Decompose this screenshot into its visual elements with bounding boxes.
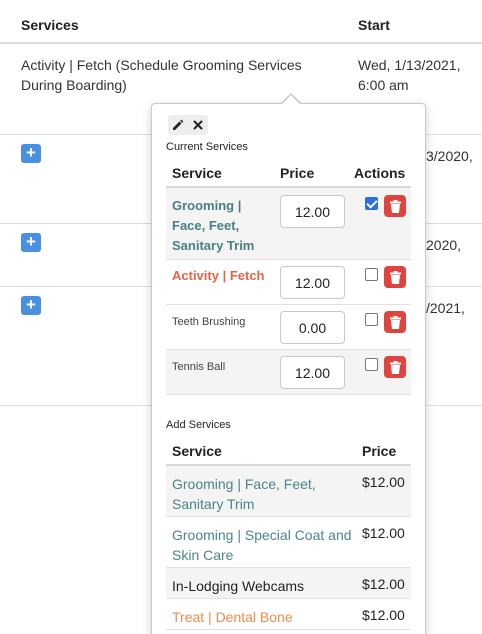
header-service: Service [172, 165, 222, 181]
delete-button[interactable] [384, 266, 406, 288]
row-start-text: 3/2020, [426, 148, 473, 164]
add-service-button[interactable]: + [21, 296, 41, 315]
row-service-text: Activity | Fetch (Schedule Grooming Serv… [21, 57, 302, 93]
add-services-table: Service Price Grooming | Face, Feet, San… [166, 435, 411, 630]
row-start-text: Wed, 1/13/2021, 6:00 am [358, 57, 461, 93]
price-input[interactable] [280, 266, 345, 299]
add-service-price: $12.00 [362, 525, 405, 541]
add-services-label: Add Services [166, 419, 231, 431]
services-table: Services Start Activity | Fetch (Schedul… [0, 0, 482, 406]
add-service-price: $12.00 [362, 607, 405, 623]
delete-button[interactable] [384, 195, 406, 217]
current-services-label: Current Services [166, 141, 248, 153]
header-service: Service [172, 443, 222, 459]
add-service-row[interactable]: In-Lodging Webcams $12.00 [166, 568, 411, 599]
add-service-price: $12.00 [362, 474, 405, 490]
popover-toolbar [168, 115, 208, 135]
add-service-price: $12.00 [362, 576, 405, 592]
close-button[interactable] [188, 115, 208, 135]
edit-button[interactable] [168, 115, 188, 135]
trash-icon [389, 199, 401, 213]
add-services-header: Service Price [166, 435, 411, 466]
current-services-table: Service Price Actions Grooming | Face, F… [166, 157, 411, 395]
service-name: Teeth Brushing [172, 316, 246, 328]
current-service-row: Grooming | Face, Feet, Sanitary Trim [166, 188, 411, 260]
header-actions: Actions [354, 165, 406, 181]
add-service-name[interactable]: Grooming | Face, Feet, Sanitary Trim [172, 474, 357, 514]
service-checkbox[interactable] [365, 358, 378, 371]
current-service-row: Teeth Brushing [166, 305, 411, 350]
header-services: Services [21, 17, 79, 33]
service-name: Activity | Fetch [172, 268, 265, 283]
price-input[interactable] [280, 356, 345, 389]
service-name: Grooming | Face, Feet, Sanitary Trim [172, 198, 255, 253]
add-service-row[interactable]: Treat | Dental Bone $12.00 [166, 599, 411, 630]
current-service-row: Tennis Ball [166, 350, 411, 395]
services-popover: Current Services Service Price Actions G… [151, 103, 426, 634]
trash-icon [389, 315, 401, 329]
header-price: Price [362, 443, 397, 459]
add-service-row[interactable]: Grooming | Face, Feet, Sanitary Trim $12… [166, 466, 411, 517]
add-service-name[interactable]: Grooming | Special Coat and Skin Care [172, 525, 357, 565]
service-checkbox[interactable] [365, 268, 378, 281]
add-service-row[interactable]: Grooming | Special Coat and Skin Care $1… [166, 517, 411, 568]
delete-button[interactable] [384, 311, 406, 333]
delete-button[interactable] [384, 356, 406, 378]
price-input[interactable] [280, 195, 345, 228]
add-service-name[interactable]: In-Lodging Webcams [172, 576, 357, 596]
close-icon [193, 120, 203, 130]
service-name: Tennis Ball [172, 361, 226, 373]
header-start: Start [358, 17, 390, 33]
trash-icon [389, 360, 401, 374]
pencil-icon [173, 119, 184, 130]
add-service-button[interactable]: + [21, 144, 41, 163]
header-price: Price [280, 165, 315, 181]
table-header: Services Start [0, 0, 482, 44]
price-input[interactable] [280, 311, 345, 344]
row-start-text: 2020, [426, 237, 462, 253]
add-service-name[interactable]: Treat | Dental Bone [172, 607, 357, 627]
row-start-text: /2021, [426, 300, 465, 316]
trash-icon [389, 270, 401, 284]
service-checkbox[interactable] [365, 313, 378, 326]
service-checkbox[interactable] [365, 197, 378, 210]
current-service-row: Activity | Fetch [166, 260, 411, 305]
popover-arrow-fill [282, 95, 300, 104]
add-service-button[interactable]: + [21, 233, 41, 252]
current-services-header: Service Price Actions [166, 157, 411, 188]
